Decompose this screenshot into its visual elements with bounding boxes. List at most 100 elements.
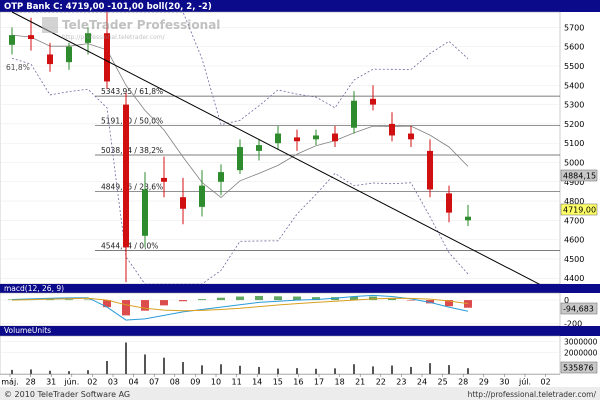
x-tick-label: 28 bbox=[458, 378, 468, 387]
x-tick-label: 28 bbox=[26, 378, 36, 387]
volume-bar bbox=[144, 354, 146, 374]
volume-bar bbox=[372, 366, 374, 374]
macd-histogram-bar bbox=[179, 300, 187, 302]
macd-histogram-bar bbox=[198, 299, 206, 301]
volume-plot-area bbox=[0, 335, 561, 375]
price-tick-label: 4600 bbox=[564, 236, 584, 245]
candle-body bbox=[123, 104, 129, 248]
price-tick-label: 5100 bbox=[564, 139, 584, 148]
volume-bar bbox=[87, 370, 89, 374]
candle-body bbox=[218, 172, 224, 182]
macd-histogram-bar bbox=[255, 295, 263, 301]
price-tick-label: 5400 bbox=[564, 81, 584, 90]
macd-histogram-bar bbox=[141, 300, 149, 311]
fib-level-label: 5191,30 / 50,0% bbox=[101, 117, 163, 126]
volume-bar bbox=[410, 366, 412, 374]
macd-histogram-bar bbox=[236, 296, 244, 301]
stock-chart: OTP Bank C: 4719,00 -101,00 boll(20, 2, … bbox=[0, 0, 600, 400]
volume-bar bbox=[334, 368, 336, 374]
volume-bar bbox=[68, 371, 70, 374]
candle-body bbox=[370, 98, 376, 105]
volume-bar bbox=[277, 368, 279, 374]
candle-body bbox=[408, 133, 414, 140]
candle-body bbox=[161, 177, 167, 182]
candle-body bbox=[294, 137, 300, 142]
upper-band-value: 4884,15 bbox=[563, 172, 596, 181]
price-tick-label: 5000 bbox=[564, 158, 584, 167]
candle-body bbox=[389, 123, 395, 136]
volume-title: VolumeUnits bbox=[4, 326, 51, 335]
volume-header-bar bbox=[0, 326, 600, 336]
volume-bar bbox=[296, 368, 298, 374]
price-tick-label: 5700 bbox=[564, 23, 584, 32]
price-tick-label: 5200 bbox=[564, 120, 584, 129]
x-tick-label: 15 bbox=[273, 378, 283, 387]
candle-body bbox=[237, 147, 243, 171]
volume-bar bbox=[315, 368, 317, 374]
macd-histogram-bar bbox=[217, 297, 225, 301]
price-tick-label: 5500 bbox=[564, 62, 584, 71]
macd-panel: macd(12, 26, 9) 0-200 -94,683 bbox=[0, 284, 600, 329]
x-tick-label: jún. bbox=[63, 378, 79, 387]
x-tick-label: 29 bbox=[479, 378, 489, 387]
volume-bar bbox=[30, 369, 32, 374]
price-tick-label: 5600 bbox=[564, 43, 584, 52]
price-panel: OTP Bank C: 4719,00 -101,00 boll(20, 2, … bbox=[0, 0, 600, 290]
candle-body bbox=[47, 54, 53, 65]
macd-histogram-bar bbox=[65, 299, 73, 301]
x-tick-label: 14 bbox=[252, 378, 262, 387]
candle-body bbox=[332, 133, 338, 142]
x-tick-label: 24 bbox=[417, 378, 427, 387]
watermark-brand: TeleTrader Professional bbox=[62, 18, 220, 32]
macd-histogram-bar bbox=[122, 300, 130, 316]
fib-level-label: 5343,95 / 61,8% bbox=[101, 87, 163, 96]
volume-bar bbox=[448, 365, 450, 374]
x-tick-label: 30 bbox=[499, 378, 509, 387]
price-plot-area bbox=[0, 11, 561, 285]
macd-title: macd(12, 26, 9) bbox=[4, 284, 64, 293]
x-tick-label: júl. bbox=[518, 378, 531, 387]
footer-copyright: © 2010 TeleTrader Software AG bbox=[4, 390, 130, 399]
x-tick-label: 02 bbox=[541, 378, 551, 387]
x-tick-label: 08 bbox=[170, 378, 180, 387]
candle-body bbox=[351, 100, 357, 128]
volume-bar bbox=[220, 364, 222, 374]
watermark-url: http://professional.teletrader.com/ bbox=[62, 34, 166, 41]
volume-bar bbox=[163, 357, 165, 374]
volume-bar bbox=[353, 364, 355, 374]
macd-histogram-bar bbox=[407, 300, 415, 301]
volume-tick-label: 3000000 bbox=[564, 337, 598, 346]
volume-bar bbox=[125, 342, 127, 374]
x-tick-label: 07 bbox=[149, 378, 159, 387]
x-tick-label: 22 bbox=[376, 378, 386, 387]
price-tick-label: 4700 bbox=[564, 216, 584, 225]
x-tick-label: 03 bbox=[108, 378, 118, 387]
last-price-value: 4719,00 bbox=[563, 206, 596, 215]
volume-bar bbox=[182, 362, 184, 374]
volume-panel: VolumeUnits 3000000 2000000 535876 bbox=[0, 326, 600, 375]
candle-body bbox=[275, 133, 281, 144]
fib-level-label: 5038,64 / 38,2% bbox=[101, 146, 163, 155]
teletrader-logo-icon bbox=[42, 17, 58, 33]
x-tick-label: 31 bbox=[46, 378, 56, 387]
volume-bar bbox=[11, 369, 13, 374]
footer-url: http://professional.teletrader.com/ bbox=[468, 390, 597, 399]
macd-value: -94,683 bbox=[563, 305, 594, 314]
volume-bar bbox=[429, 363, 431, 374]
volume-bar bbox=[106, 360, 108, 374]
price-title: OTP Bank C: 4719,00 -101,00 boll(20, 2, … bbox=[4, 2, 212, 12]
candle-body bbox=[28, 35, 34, 40]
x-tick-label: 09 bbox=[190, 378, 200, 387]
fib-level-label: 4544,44 / 0,0% bbox=[101, 241, 158, 250]
candle-body bbox=[66, 46, 72, 63]
x-tick-label: 04 bbox=[129, 378, 139, 387]
volume-tick-label: 2000000 bbox=[564, 348, 598, 357]
macd-histogram-bar bbox=[274, 296, 282, 301]
candle-body bbox=[180, 197, 186, 209]
volume-bar bbox=[239, 365, 241, 374]
fib-top-label: 61,8% bbox=[6, 63, 30, 72]
price-tick-label: 4500 bbox=[564, 255, 584, 264]
x-tick-label: 18 bbox=[335, 378, 345, 387]
volume-bar bbox=[49, 370, 51, 374]
x-tick-label: 21 bbox=[355, 378, 365, 387]
